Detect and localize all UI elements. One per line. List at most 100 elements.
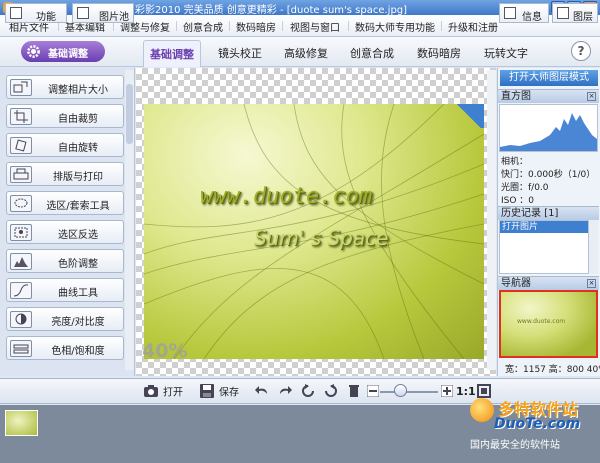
brand-logo xyxy=(470,398,494,422)
tab-lens-correction[interactable]: 镜头校正 xyxy=(218,45,262,61)
brand-slogan: 国内最安全的软件站 xyxy=(470,440,560,451)
zoom-in-icon[interactable] xyxy=(441,385,453,397)
tool-label: 调整相片大小 xyxy=(48,85,108,96)
tool-hue-saturation[interactable]: 色相/饱和度 xyxy=(6,336,124,360)
function-toggle-button[interactable]: 功能 xyxy=(5,3,67,23)
filmstrip-thumbnail[interactable] xyxy=(5,410,38,436)
menu-creative-compose[interactable]: 创意合成 xyxy=(183,19,223,34)
histogram-graph xyxy=(500,113,597,151)
menu-separator xyxy=(282,21,283,31)
brand-watermark: 多特软件站 DuoTe.com 国内最安全的软件站 xyxy=(468,396,600,460)
curves-icon xyxy=(10,282,32,299)
shutter-info: 快门：0.000秒（1/0） xyxy=(501,170,596,180)
rotate-icon xyxy=(10,137,32,154)
tool-resize[interactable]: 调整相片大小 xyxy=(6,75,124,99)
tab-text-fun[interactable]: 玩转文字 xyxy=(484,45,528,61)
levels-icon xyxy=(10,253,32,270)
tool-rotate[interactable]: 自由旋转 xyxy=(6,133,124,157)
history-scrollbar[interactable] xyxy=(589,220,598,274)
tool-label: 亮度/对比度 xyxy=(51,317,105,328)
history-header: 历史记录 [1] xyxy=(498,206,599,220)
tool-print-layout[interactable]: 排版与打印 xyxy=(6,162,124,186)
menu-separator xyxy=(441,21,442,31)
watermark-url: www.duote.com xyxy=(200,184,373,209)
menu-darkroom[interactable]: 数码暗房 xyxy=(236,19,276,34)
tool-levels[interactable]: 色阶调整 xyxy=(6,249,124,273)
tool-label: 选区/套索工具 xyxy=(46,201,110,212)
tool-label: 自由旋转 xyxy=(58,143,98,154)
menu-upgrade-register[interactable]: 升级和注册 xyxy=(448,19,498,34)
aperture-info: 光圈：f/0.0 xyxy=(501,183,549,193)
tool-label: 色阶调整 xyxy=(58,259,98,270)
scrollbar-thumb[interactable] xyxy=(126,84,133,144)
menu-separator xyxy=(229,21,230,31)
history-item[interactable]: 打开图片 xyxy=(500,221,588,233)
tool-brightness-contrast[interactable]: 亮度/对比度 xyxy=(6,307,124,331)
tool-label: 选区反选 xyxy=(58,230,98,241)
function-label: 功能 xyxy=(36,12,56,23)
navigator-header: 导航器 × xyxy=(498,276,599,290)
close-icon[interactable]: × xyxy=(587,279,596,288)
tab-darkroom[interactable]: 数码暗房 xyxy=(417,45,461,61)
undo-icon[interactable] xyxy=(255,384,269,398)
open-layers-mode-button[interactable]: 打开大师图层模式 xyxy=(500,70,598,86)
histogram-title: 直方图 xyxy=(501,91,531,102)
brightness-icon xyxy=(10,311,32,328)
tab-creative-compose[interactable]: 创意合成 xyxy=(350,45,394,61)
tool-label: 自由裁剪 xyxy=(58,114,98,125)
function-icon xyxy=(10,7,22,19)
histogram xyxy=(499,104,598,152)
info-icon xyxy=(504,7,516,19)
crop-icon xyxy=(10,108,32,125)
image-size-info: 宽：1157 高：800 40% xyxy=(505,365,600,375)
open-button[interactable]: 打开 xyxy=(143,383,183,401)
save-button[interactable]: 保存 xyxy=(199,383,239,401)
basic-adjust-mode-button[interactable]: 基础调整 xyxy=(21,41,105,62)
canvas-scrollbar[interactable] xyxy=(487,70,496,370)
tool-lasso[interactable]: 选区/套索工具 xyxy=(6,191,124,215)
tab-advanced-repair[interactable]: 高级修复 xyxy=(284,45,328,61)
zoom-slider[interactable] xyxy=(380,391,438,393)
delete-icon[interactable] xyxy=(347,384,361,398)
save-icon xyxy=(200,384,214,398)
layers-toggle-button[interactable]: 图层 xyxy=(552,3,598,23)
window-title: 彩影2010 完美品质 创意更精彩 - [duote sum's space.j… xyxy=(135,5,408,16)
iso-info: ISO ：0 xyxy=(501,196,535,206)
history-list: 打开图片 xyxy=(499,220,589,274)
lasso-icon xyxy=(10,195,32,212)
menu-master-functions[interactable]: 数码大师专用功能 xyxy=(355,19,435,34)
navigator-title: 导航器 xyxy=(501,278,531,289)
save-label: 保存 xyxy=(219,387,239,399)
menu-view-window[interactable]: 视图与窗口 xyxy=(290,19,340,34)
close-icon[interactable]: × xyxy=(587,92,596,101)
gallery-label: 图片池 xyxy=(99,12,129,23)
invert-selection-icon xyxy=(10,224,32,241)
zoom-slider-knob[interactable] xyxy=(394,384,407,397)
gallery-toggle-button[interactable]: 图片池 xyxy=(72,3,134,23)
corner-badge xyxy=(454,104,484,128)
brand-domain: DuoTe.com xyxy=(494,416,581,432)
navigator-preview[interactable]: www.duote.com xyxy=(499,290,598,358)
tab-basic-adjust[interactable]: 基础调整 xyxy=(143,40,201,67)
tool-invert-selection[interactable]: 选区反选 xyxy=(6,220,124,244)
tool-curves[interactable]: 曲线工具 xyxy=(6,278,124,302)
rotate-right-icon[interactable] xyxy=(324,384,338,398)
zoom-overlay: 40% xyxy=(142,340,188,362)
rotate-left-icon[interactable] xyxy=(301,384,315,398)
resize-icon xyxy=(10,79,32,96)
info-label: 信息 xyxy=(522,12,542,23)
tool-label: 曲线工具 xyxy=(58,288,98,299)
hue-saturation-icon xyxy=(10,340,32,357)
image-canvas[interactable]: www.duote.com Sum' s Space xyxy=(136,68,496,376)
histogram-header: 直方图 × xyxy=(498,89,599,103)
tool-panel-scrollbar[interactable] xyxy=(125,70,134,370)
help-icon[interactable]: ? xyxy=(571,41,591,61)
layers-icon xyxy=(557,7,569,19)
redo-icon[interactable] xyxy=(278,384,292,398)
tool-label: 排版与打印 xyxy=(53,172,103,183)
info-toggle-button[interactable]: 信息 xyxy=(499,3,549,23)
mode-button-label: 基础调整 xyxy=(48,49,88,60)
tool-crop[interactable]: 自由裁剪 xyxy=(6,104,124,128)
menu-separator xyxy=(176,21,177,31)
zoom-out-icon[interactable] xyxy=(367,385,379,397)
